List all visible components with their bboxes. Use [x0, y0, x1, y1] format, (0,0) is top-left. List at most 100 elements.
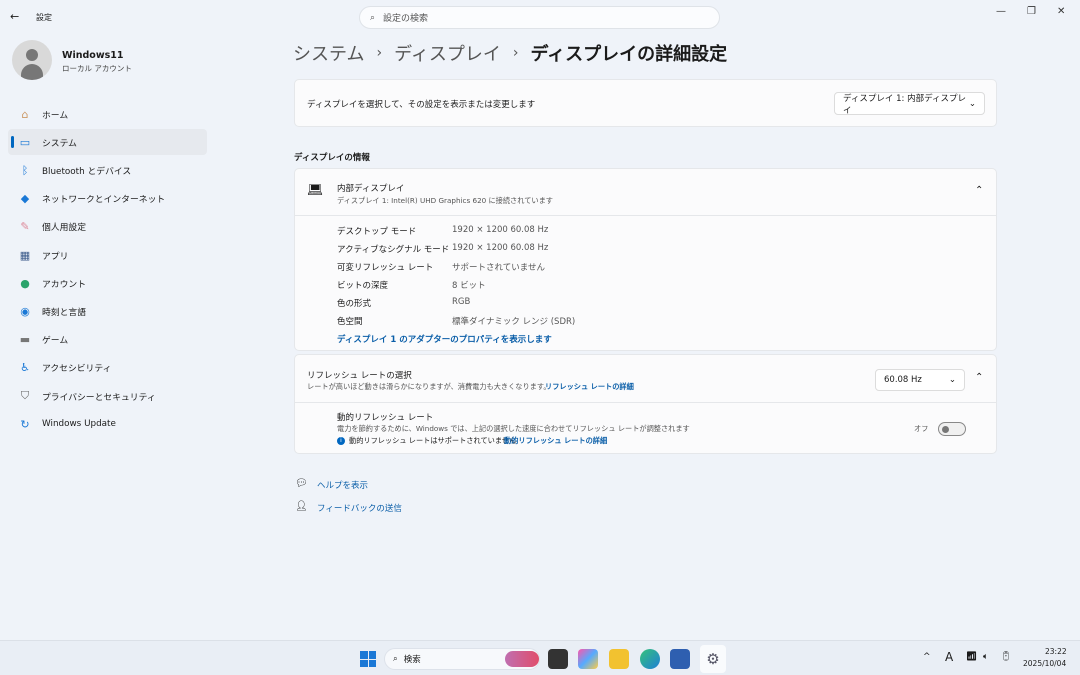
- battery-icon[interactable]: 🔋︎: [1000, 652, 1011, 662]
- system-icon: ▭: [18, 136, 32, 149]
- start-button[interactable]: [360, 651, 376, 667]
- sidebar-item-label: アプリ: [42, 249, 68, 262]
- dynamic-refresh-link[interactable]: 動的リフレッシュ レートの詳細: [504, 436, 607, 446]
- home-icon: ⌂: [18, 108, 32, 121]
- refresh-details-link[interactable]: リフレッシュ レートの詳細: [545, 382, 634, 392]
- taskbar-search[interactable]: ⌕ 検索: [384, 648, 540, 670]
- copilot-icon[interactable]: [578, 649, 598, 669]
- sidebar-item-4[interactable]: ✎個人用設定: [8, 214, 207, 240]
- search-icon: ⌕: [393, 654, 398, 664]
- sidebar-item-3[interactable]: ◆ ネットワークとインターネット: [8, 186, 207, 212]
- sidebar-item-label: システム: [42, 136, 77, 149]
- user-name: Windows11: [62, 50, 123, 61]
- adapter-properties-link[interactable]: ディスプレイ 1 のアダプターのプロパティを表示します: [337, 333, 552, 345]
- sidebar-item-10[interactable]: ⛉ プライバシーとセキュリティ: [8, 383, 207, 409]
- feedback-link[interactable]: フィードバックの送信: [317, 502, 402, 514]
- sidebar-item-7[interactable]: ◉時刻と言語: [8, 298, 207, 324]
- toggle-state-label: オフ: [914, 424, 928, 434]
- sidebar-item-6[interactable]: ●アカウント: [8, 270, 207, 296]
- help-link[interactable]: ヘルプを表示: [317, 479, 368, 491]
- bluetooth-icon: ᛒ: [18, 164, 32, 177]
- accessibility-icon: ♿︎: [18, 361, 32, 374]
- refresh-rate-card: リフレッシュ レートの選択 レートが高いほど動きは滑らかになりますが、消費電力も…: [294, 354, 997, 454]
- brush-icon: ✎: [18, 220, 32, 233]
- laptop-icon: 💻︎: [307, 183, 324, 198]
- display-info-card: 💻︎ 内部ディスプレイ ディスプレイ 1: Intel(R) UHD Graph…: [294, 168, 997, 351]
- globe-icon: ◉: [18, 305, 32, 318]
- info-key: デスクトップ モード: [337, 225, 452, 237]
- info-value: サポートされていません: [452, 261, 545, 273]
- account-icon: ●: [18, 277, 32, 290]
- info-row: デスクトップ モード1920 × 1200 60.08 Hz: [337, 225, 548, 237]
- info-key: 色の形式: [337, 297, 452, 309]
- network-icon: ◆: [18, 192, 32, 205]
- sidebar-item-8[interactable]: ▬ ゲーム: [8, 327, 207, 353]
- sidebar-item-0[interactable]: ⌂ ホーム: [8, 101, 207, 127]
- store-icon[interactable]: [670, 649, 690, 669]
- select-display-card: ディスプレイを選択して、その設定を表示または変更します ディスプレイ 1: 内部…: [294, 79, 997, 127]
- search-highlight-icon: [505, 651, 539, 667]
- feedback-icon: 👤︎: [295, 501, 308, 512]
- settings-app-icon[interactable]: ⚙: [700, 645, 726, 673]
- minimize-button[interactable]: —: [996, 6, 1006, 17]
- sidebar-item-label: プライバシーとセキュリティ: [42, 390, 156, 403]
- display-name: 内部ディスプレイ: [337, 182, 404, 194]
- info-value: 8 ビット: [452, 279, 486, 291]
- chevron-up-icon[interactable]: ⌃: [975, 372, 983, 383]
- dynamic-refresh-desc: 電力を節約するために、Windows では、上記の選択した速度に合わせてリフレッ…: [337, 424, 690, 434]
- close-button[interactable]: ✕: [1057, 6, 1065, 17]
- chevron-up-icon[interactable]: ⌃: [975, 185, 983, 196]
- shield-icon: ⛉: [18, 389, 32, 403]
- update-icon: ↻: [18, 418, 32, 431]
- settings-search-input[interactable]: ⌕ 設定の検索: [359, 6, 720, 29]
- task-view-icon[interactable]: [548, 649, 568, 669]
- gamepad-icon: ▬: [18, 333, 32, 346]
- info-value: 標準ダイナミック レンジ (SDR): [452, 315, 575, 327]
- sidebar-item-9[interactable]: ♿︎アクセシビリティ: [8, 355, 207, 381]
- info-row: 色空間標準ダイナミック レンジ (SDR): [337, 315, 575, 327]
- sidebar-item-5[interactable]: ▦アプリ: [8, 242, 207, 268]
- clock-time[interactable]: 23:22: [1045, 647, 1067, 656]
- search-placeholder: 設定の検索: [383, 11, 428, 24]
- sidebar-item-2[interactable]: ᛒ Bluetooth とデバイス: [8, 157, 207, 183]
- breadcrumb: システム› ディスプレイ› ディスプレイの詳細設定: [293, 40, 727, 66]
- info-icon: i: [337, 437, 345, 445]
- ime-indicator[interactable]: A: [945, 650, 953, 664]
- section-heading: ディスプレイの情報: [294, 151, 370, 163]
- sidebar-item-label: Bluetooth とデバイス: [42, 164, 131, 177]
- breadcrumb-display[interactable]: ディスプレイ: [394, 40, 501, 66]
- wifi-icon[interactable]: 📶︎: [966, 652, 977, 662]
- info-key: ビットの深度: [337, 279, 452, 291]
- select-display-label: ディスプレイを選択して、その設定を表示または変更します: [307, 98, 535, 110]
- sidebar-item-label: ホーム: [42, 108, 68, 121]
- taskbar-search-label: 検索: [404, 653, 421, 665]
- chevron-up-icon[interactable]: ^: [923, 652, 931, 662]
- display-select-value: ディスプレイ 1: 内部ディスプレイ: [843, 92, 969, 116]
- dynamic-refresh-toggle[interactable]: [938, 422, 966, 436]
- clock-date[interactable]: 2025/10/04: [1023, 659, 1066, 668]
- info-row: アクティブなシグナル モード1920 × 1200 60.08 Hz: [337, 243, 548, 255]
- edge-icon[interactable]: [640, 649, 660, 669]
- taskbar: ⌕ 検索 ⚙ ^ A 📶︎ 🔈︎ 🔋︎ 23:22 2025/10/04: [0, 640, 1080, 675]
- refresh-rate-dropdown[interactable]: 60.08 Hz ⌄: [875, 369, 965, 391]
- file-explorer-icon[interactable]: [609, 649, 629, 669]
- maximize-button[interactable]: ❐: [1027, 6, 1036, 17]
- display-select-dropdown[interactable]: ディスプレイ 1: 内部ディスプレイ⌄: [834, 92, 985, 115]
- sidebar-item-label: ゲーム: [42, 333, 68, 346]
- dynamic-refresh-note: 動的リフレッシュ レートはサポートされていません: [349, 436, 516, 446]
- sidebar-item-label: Windows Update: [42, 419, 116, 429]
- chevron-down-icon: ⌄: [949, 375, 956, 385]
- volume-icon[interactable]: 🔈︎: [983, 652, 988, 662]
- info-key: アクティブなシグナル モード: [337, 243, 452, 255]
- refresh-rate-value: 60.08 Hz: [884, 375, 922, 385]
- avatar[interactable]: [12, 40, 52, 80]
- back-arrow-icon[interactable]: ←: [10, 10, 19, 23]
- sidebar-item-label: ネットワークとインターネット: [42, 192, 165, 205]
- sidebar-item-1[interactable]: ▭ システム: [8, 129, 207, 155]
- breadcrumb-system[interactable]: システム: [293, 40, 364, 66]
- info-key: 色空間: [337, 315, 452, 327]
- sidebar-item-11[interactable]: ↻ Windows Update: [8, 411, 207, 437]
- info-value: RGB: [452, 297, 470, 309]
- account-type: ローカル アカウント: [62, 63, 132, 74]
- display-info-header[interactable]: 💻︎ 内部ディスプレイ ディスプレイ 1: Intel(R) UHD Graph…: [295, 169, 996, 216]
